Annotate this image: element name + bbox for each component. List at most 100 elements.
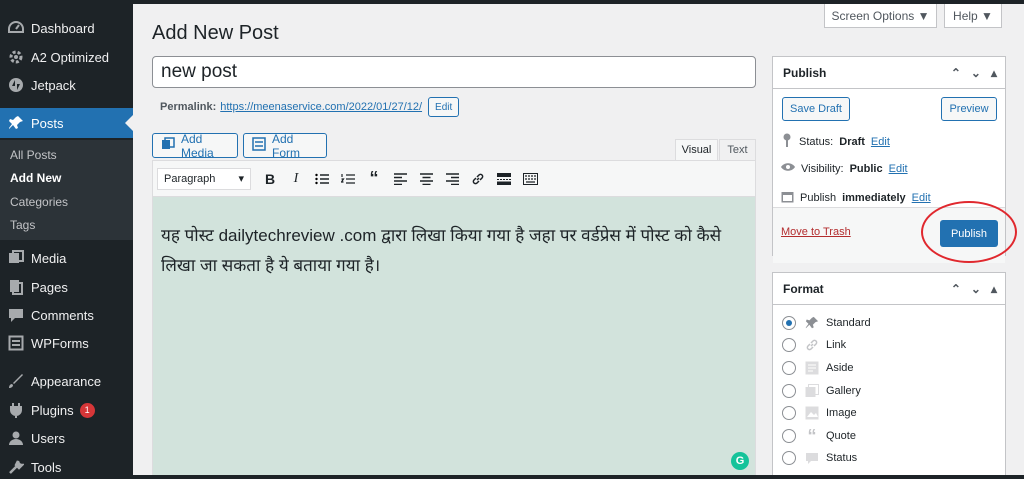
status-value: Draft [839,135,865,148]
sidebar-item-jetpack[interactable]: Jetpack [0,70,133,100]
sidebar-item-wpforms[interactable]: WPForms [0,328,133,358]
sidebar-item-a2-optimized[interactable]: A2 Optimized [0,42,133,72]
format-option-label: Status [826,452,858,464]
chevron-down-icon[interactable]: ⌄ [971,282,981,296]
submenu-categories[interactable]: Categories [10,195,68,209]
save-draft-button[interactable]: Save Draft [782,97,850,121]
format-option-status[interactable]: Status [782,450,857,466]
calendar-icon [781,190,794,206]
help-button[interactable]: Help ▼ [944,4,1002,28]
format-option-image[interactable]: Image [782,405,857,421]
publish-box: Publish ⌃ ⌄ ▴ Save Draft Preview Status:… [772,56,1017,263]
radio-button[interactable] [782,316,796,330]
grammarly-icon[interactable]: G [731,452,749,470]
sidebar-item-label: Tools [31,459,62,475]
bold-icon[interactable]: B [257,166,283,192]
format-option-aside[interactable]: Aside [782,360,854,376]
format-option-link[interactable]: Link [782,337,846,353]
chevron-up-icon[interactable]: ⌃ [951,66,961,80]
comments-icon [8,307,24,323]
format-option-label: Standard [826,317,871,329]
format-select[interactable]: Paragraph ▾ [157,167,251,190]
screen-options-button[interactable]: Screen Options ▼ [824,4,937,28]
submenu-add-new[interactable]: Add New [10,171,61,185]
visibility-edit-link[interactable]: Edit [889,163,908,175]
sidebar-item-comments[interactable]: Comments [0,300,133,330]
radio-button[interactable] [782,451,796,465]
radio-button[interactable] [782,429,796,443]
sidebar-item-media[interactable]: Media [0,243,133,273]
numbered-list-icon[interactable] [335,166,361,192]
page-title: Add New Post [152,22,279,44]
post-title-input[interactable]: new post [152,56,756,88]
sidebar-item-posts[interactable]: Posts [0,108,133,138]
sidebar-item-label: Comments [31,307,94,323]
publish-box-title: Publish [783,65,827,80]
align-left-icon[interactable] [387,166,413,192]
chevron-up-icon[interactable]: ⌃ [951,282,961,296]
format-option-quote[interactable]: “ Quote [782,426,856,446]
publish-timing: immediately [842,192,906,204]
permalink-link[interactable]: https://meenaservice.com/2022/01/27/12/ [220,101,422,113]
status-icon [804,450,820,466]
format-option-standard[interactable]: Standard [782,315,871,331]
sidebar-item-plugins[interactable]: Plugins 1 [0,395,133,425]
chevron-down-icon[interactable]: ⌄ [971,66,981,80]
wpforms-icon [8,335,24,351]
sidebar-item-dashboard[interactable]: Dashboard [0,13,133,43]
radio-button[interactable] [782,361,796,375]
format-box-title: Format [783,281,824,296]
bottom-strip [0,475,1024,479]
pin-icon [8,115,24,131]
preview-button[interactable]: Preview [941,97,997,121]
format-box: Format ⌃ ⌄ ▴ Standard Link Aside Gallery [772,272,1006,479]
permalink-label: Permalink: [160,101,217,113]
visibility-label: Visibility: [801,162,844,175]
jetpack-icon [8,77,24,93]
media-icon [161,137,175,154]
format-option-label: Gallery [826,385,861,397]
italic-icon[interactable]: I [283,166,309,192]
sidebar-item-label: Users [31,430,65,446]
submenu-tags[interactable]: Tags [10,218,35,232]
format-option-gallery[interactable]: Gallery [782,383,861,399]
sidebar-item-label: Posts [31,115,64,131]
toolbar-toggle-icon[interactable] [517,166,543,192]
move-to-trash-link[interactable]: Move to Trash [781,226,851,238]
collapse-triangle-icon[interactable]: ▴ [991,66,997,80]
status-edit-link[interactable]: Edit [871,136,890,148]
align-center-icon[interactable] [413,166,439,192]
link-icon[interactable] [465,166,491,192]
permalink-edit-button[interactable]: Edit [428,97,460,117]
radio-button[interactable] [782,406,796,420]
align-right-icon[interactable] [439,166,465,192]
link-icon [804,337,820,353]
tab-text[interactable]: Text [719,139,756,160]
add-media-button[interactable]: Add Media [152,131,238,160]
sidebar-item-label: Plugins [31,402,74,418]
permalink-row: Permalink: https://meenaservice.com/2022… [160,97,460,117]
blockquote-icon[interactable]: “ [361,166,387,192]
format-option-label: Quote [826,430,856,442]
sidebar-item-users[interactable]: Users [0,423,133,453]
radio-button[interactable] [782,384,796,398]
sidebar-item-label: Pages [31,279,68,295]
radio-button[interactable] [782,338,796,352]
add-media-label: Add Media [181,131,214,160]
post-editor[interactable]: Paragraph ▾ B I “ यह पोस्ट dailytechrevi… [152,160,756,479]
schedule-edit-link[interactable]: Edit [912,192,931,204]
post-content[interactable]: यह पोस्ट dailytechreview .com द्वारा लिख… [161,221,751,281]
add-form-button[interactable]: Add Form [243,132,327,160]
sidebar-item-appearance[interactable]: Appearance [0,366,133,396]
format-box-header: Format ⌃ ⌄ ▴ [773,273,1005,305]
submenu-all-posts[interactable]: All Posts [10,148,57,162]
collapse-triangle-icon[interactable]: ▴ [991,282,997,296]
sidebar-item-pages[interactable]: Pages [0,272,133,302]
tab-visual[interactable]: Visual [675,139,718,160]
gear-icon [8,49,24,65]
schedule-row: Publish immediately Edit [781,190,931,206]
publish-label: Publish [800,192,837,204]
bulleted-list-icon[interactable] [309,166,335,192]
read-more-icon[interactable] [491,166,517,192]
appearance-icon [8,373,24,389]
